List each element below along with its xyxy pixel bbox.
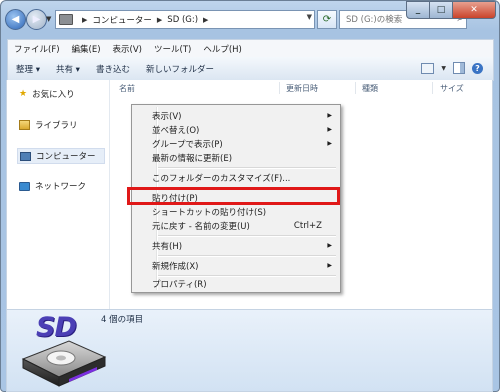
minimize-button[interactable]: _ [406, 1, 430, 19]
menu-edit[interactable]: 編集(E) [66, 43, 107, 55]
column-divider[interactable] [279, 82, 280, 94]
column-header-type[interactable]: 種類 [362, 83, 378, 94]
breadcrumb-computer[interactable]: コンピューター [92, 14, 152, 26]
sd-drive-icon [21, 340, 107, 387]
column-divider[interactable] [432, 82, 433, 94]
refresh-button[interactable]: ⟳ [317, 10, 337, 29]
new-folder-button[interactable]: 新しいフォルダー [138, 63, 222, 75]
address-dropdown-icon[interactable]: ▼ [307, 13, 312, 21]
menu-item-undo[interactable]: 元に戻す - 名前の変更(U) Ctrl+Z [152, 219, 336, 232]
menu-item-new-label: 新規作成(X) [152, 261, 199, 272]
menu-separator [158, 255, 336, 257]
menu-separator [158, 235, 336, 237]
organize-button[interactable]: 整理 ▾ [8, 63, 48, 75]
menu-item-sort-label: 並べ替え(O) [152, 125, 200, 136]
maximize-icon: □ [436, 5, 446, 15]
nav-libraries-label: ライブラリ [35, 121, 78, 131]
menu-item-undo-label: 元に戻す - 名前の変更(U) [152, 221, 250, 232]
menu-item-refresh-label: 最新の情報に更新(E) [152, 153, 233, 164]
menu-item-group[interactable]: グループで表示(P) ▶ [152, 137, 336, 150]
title-bar: ◀ ▶ ▼ ▶ コンピューター ▶ SD (G:) ▶ ▼ ⟳ ⌕ _ □ ✕ [1, 1, 499, 37]
breadcrumb-sd-drive[interactable]: SD (G:) [167, 15, 198, 25]
command-bar: 整理 ▾ 共有 ▾ 書き込む 新しいフォルダー ▼ ? [7, 57, 494, 81]
menu-item-paste-shortcut[interactable]: ショートカットの貼り付け(S) [152, 205, 336, 218]
menu-item-customize-label: このフォルダーのカスタマイズ(F)... [152, 173, 291, 184]
view-options-dropdown-icon[interactable]: ▼ [441, 65, 446, 72]
menu-item-share[interactable]: 共有(H) ▶ [152, 239, 336, 252]
menu-item-properties-label: プロパティ(R) [152, 279, 207, 290]
column-header-name[interactable]: 名前 [119, 83, 135, 94]
menu-file[interactable]: ファイル(F) [8, 43, 66, 55]
column-header-size[interactable]: サイズ [440, 83, 464, 94]
address-bar[interactable]: ▶ コンピューター ▶ SD (G:) ▶ ▼ [55, 10, 315, 29]
submenu-arrow-icon: ▶ [327, 262, 332, 269]
arrow-right-icon: ▶ [32, 14, 41, 25]
menu-tools[interactable]: ツール(T) [148, 43, 197, 55]
menu-item-customize[interactable]: このフォルダーのカスタマイズ(F)... [152, 171, 336, 184]
nav-computer-label: コンピューター [36, 152, 96, 162]
preview-pane-icon[interactable] [453, 62, 465, 74]
submenu-arrow-icon: ▶ [327, 126, 332, 133]
chevron-right-icon[interactable]: ▶ [157, 16, 162, 24]
nav-favorites[interactable]: ★ お気に入り [19, 88, 75, 100]
nav-computer[interactable]: コンピューター [17, 148, 105, 164]
back-button[interactable]: ◀ [5, 9, 26, 30]
menu-help[interactable]: ヘルプ(H) [197, 43, 248, 55]
menu-item-new[interactable]: 新規作成(X) ▶ [152, 259, 336, 272]
menu-item-sort[interactable]: 並べ替え(O) ▶ [152, 123, 336, 136]
close-button[interactable]: ✕ [452, 1, 496, 19]
menu-item-group-label: グループで表示(P) [152, 139, 223, 150]
submenu-arrow-icon: ▶ [327, 242, 332, 249]
submenu-arrow-icon: ▶ [327, 112, 332, 119]
help-icon[interactable]: ? [472, 62, 483, 74]
details-pane: SD 4 個の項目 [6, 309, 493, 392]
nav-favorites-label: お気に入り [32, 90, 75, 100]
close-icon: ✕ [470, 5, 478, 15]
nav-libraries[interactable]: ライブラリ [19, 119, 78, 131]
menu-view[interactable]: 表示(V) [107, 43, 148, 55]
menu-separator [158, 167, 336, 169]
computer-icon [20, 151, 31, 161]
chevron-right-icon[interactable]: ▶ [203, 16, 208, 24]
change-view-icon[interactable] [421, 62, 435, 74]
arrow-left-icon: ◀ [11, 14, 20, 25]
share-button[interactable]: 共有 ▾ [48, 63, 88, 75]
refresh-icon: ⟳ [322, 14, 332, 25]
minimize-icon: _ [415, 5, 421, 15]
drive-icon [59, 14, 73, 25]
menu-bar: ファイル(F) 編集(E) 表示(V) ツール(T) ヘルプ(H) [7, 39, 494, 58]
column-header-modified[interactable]: 更新日時 [286, 83, 318, 94]
nav-network[interactable]: ネットワーク [19, 180, 86, 192]
maximize-button[interactable]: □ [429, 1, 453, 19]
submenu-arrow-icon: ▶ [327, 140, 332, 147]
menu-item-refresh[interactable]: 最新の情報に更新(E) [152, 151, 336, 164]
view-controls: ▼ ? [421, 62, 483, 74]
menu-item-view[interactable]: 表示(V) ▶ [152, 109, 336, 122]
network-icon [19, 181, 30, 191]
menu-item-view-label: 表示(V) [152, 111, 182, 122]
nav-network-label: ネットワーク [35, 182, 87, 192]
burn-button[interactable]: 書き込む [88, 63, 138, 75]
undo-shortcut-label: Ctrl+Z [293, 220, 322, 231]
paste-highlight-box [127, 187, 340, 205]
column-divider[interactable] [355, 82, 356, 94]
menu-item-paste-shortcut-label: ショートカットの貼り付け(S) [152, 207, 267, 218]
item-count: 4 個の項目 [101, 315, 144, 325]
menu-item-share-label: 共有(H) [152, 241, 183, 252]
navigation-pane: ★ お気に入り ライブラリ コンピューター ネットワーク [7, 80, 110, 309]
forward-button[interactable]: ▶ [26, 9, 47, 30]
recent-pages-dropdown[interactable]: ▼ [46, 15, 51, 23]
chevron-right-icon[interactable]: ▶ [82, 16, 87, 24]
menu-item-properties[interactable]: プロパティ(R) [152, 277, 336, 290]
star-icon: ★ [19, 89, 28, 99]
library-icon [19, 120, 30, 130]
